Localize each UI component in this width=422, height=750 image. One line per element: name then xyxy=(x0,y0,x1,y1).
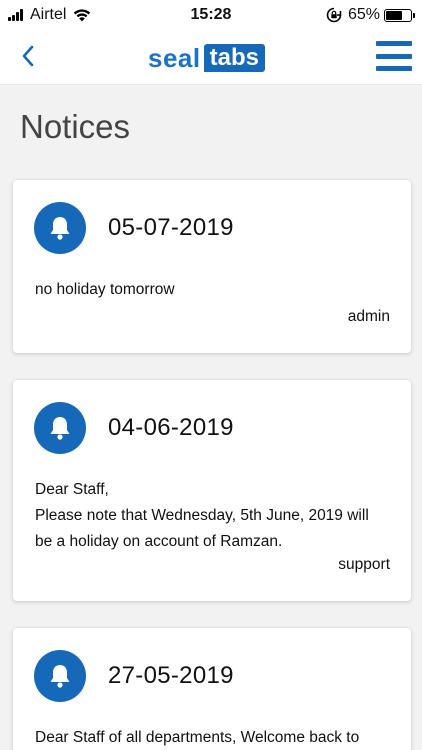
notice-line: no holiday tomorrow xyxy=(35,281,175,298)
signal-icon xyxy=(8,9,24,21)
notice-date: 05-07-2019 xyxy=(108,214,234,241)
notice-line: Please note that Wednesday, 5th June, 20… xyxy=(35,507,369,524)
status-left: Airtel xyxy=(8,6,92,24)
bell-icon xyxy=(34,650,86,702)
notice-message: Dear Staff of all departments, Welcome b… xyxy=(35,725,389,750)
notice-message: no holiday tomorrow xyxy=(35,277,389,303)
battery-fill xyxy=(386,10,402,20)
logo-tabs-text: tabs xyxy=(203,44,265,72)
menu-bar xyxy=(376,66,412,71)
notice-card[interactable]: 27-05-2019 Dear Staff of all departments… xyxy=(13,628,411,750)
notice-header: 05-07-2019 xyxy=(34,202,234,254)
notice-header: 04-06-2019 xyxy=(34,402,234,454)
bell-icon xyxy=(34,202,86,254)
menu-bar xyxy=(376,53,412,59)
notice-line: be a holiday on account of Ramzan. xyxy=(35,533,283,550)
status-right: 65% xyxy=(326,6,415,24)
notice-header: 27-05-2019 xyxy=(34,650,234,702)
page-title: Notices xyxy=(20,108,131,145)
notice-line: Dear Staff of all departments, Welcome b… xyxy=(35,729,360,746)
notice-card[interactable]: 04-06-2019 Dear Staff, Please note that … xyxy=(13,380,411,601)
menu-bar xyxy=(376,41,412,46)
notice-date: 04-06-2019 xyxy=(108,414,234,441)
notice-line: Dear Staff, xyxy=(35,481,109,498)
battery-icon xyxy=(384,8,415,22)
bell-icon xyxy=(34,402,86,454)
status-bar: Airtel 15:28 65% xyxy=(0,0,422,30)
logo-seal-text: seal xyxy=(148,43,201,73)
battery-percent: 65% xyxy=(347,6,380,23)
sealtabs-logo: seal tabs xyxy=(148,44,265,72)
notice-card[interactable]: 05-07-2019 no holiday tomorrow admin xyxy=(13,180,411,353)
back-button[interactable] xyxy=(12,40,44,72)
hamburger-menu-icon[interactable] xyxy=(376,38,412,74)
wifi-icon xyxy=(74,9,91,22)
notice-date: 27-05-2019 xyxy=(108,662,234,689)
chevron-left-icon xyxy=(22,45,34,67)
notice-author: admin xyxy=(347,308,390,325)
carrier-name: Airtel xyxy=(30,6,67,23)
app-header: seal tabs xyxy=(0,30,422,85)
rotation-lock-icon xyxy=(326,7,342,23)
notice-author: support xyxy=(338,556,390,573)
notice-message: Dear Staff, Please note that Wednesday, … xyxy=(35,477,389,555)
